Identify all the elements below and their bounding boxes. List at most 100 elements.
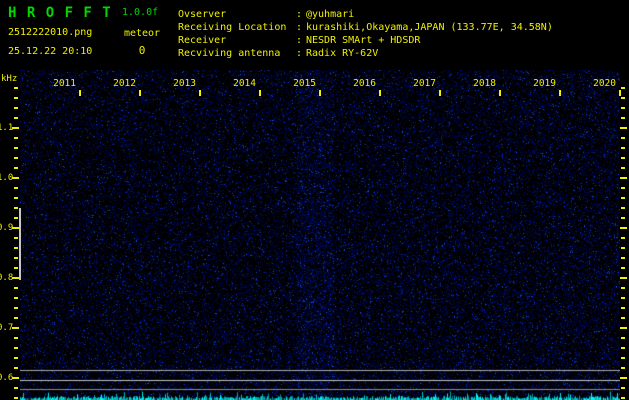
info-label: Receiving Location bbox=[178, 21, 296, 34]
y-axis-minor-tick bbox=[14, 107, 18, 109]
x-axis-tick bbox=[139, 90, 141, 96]
y-axis-minor-tick bbox=[14, 157, 18, 159]
y-axis-minor-tick-right bbox=[621, 397, 625, 399]
y-axis-tick-label: 0.9 bbox=[0, 223, 13, 233]
info-label: Receiver bbox=[178, 34, 296, 47]
info-separator: : bbox=[296, 8, 306, 21]
y-axis-minor-tick bbox=[14, 257, 18, 259]
y-axis-major-tick-right bbox=[620, 227, 627, 229]
info-row-antenna: Recviving antenna : Radix RY-62V bbox=[178, 47, 553, 60]
y-axis-major-tick bbox=[12, 327, 19, 329]
x-axis-tick-label: 2017 bbox=[406, 79, 436, 89]
x-axis-tick bbox=[199, 90, 201, 96]
y-axis-major-tick-right bbox=[620, 327, 627, 329]
y-axis-minor-tick-right bbox=[621, 167, 625, 169]
info-value: kurashiki,Okayama,JAPAN (133.77E, 34.58N… bbox=[306, 21, 553, 34]
y-axis-minor-tick bbox=[14, 87, 18, 89]
y-axis-minor-tick bbox=[14, 197, 18, 199]
y-axis-minor-tick-right bbox=[621, 387, 625, 389]
info-label: Recviving antenna bbox=[178, 47, 296, 60]
x-axis-tick-label: 2012 bbox=[106, 79, 136, 89]
info-separator: : bbox=[296, 34, 306, 47]
y-axis-minor-tick-right bbox=[621, 187, 625, 189]
x-axis-tick bbox=[79, 90, 81, 96]
y-axis-minor-tick bbox=[14, 187, 18, 189]
app-title: H R O F F T bbox=[8, 5, 112, 21]
y-axis-minor-tick-right bbox=[621, 87, 625, 89]
x-axis-tick-label: 2020 bbox=[586, 79, 616, 89]
y-axis-major-tick bbox=[12, 227, 19, 229]
y-axis-minor-tick bbox=[14, 117, 18, 119]
y-axis-minor-tick bbox=[14, 397, 18, 399]
y-axis-minor-tick bbox=[14, 347, 18, 349]
x-axis-tick-label: 2018 bbox=[466, 79, 496, 89]
station-info-block: Ovserver : @yuhmari Receiving Location :… bbox=[178, 8, 553, 60]
x-axis-tick bbox=[259, 90, 261, 96]
y-axis-minor-tick bbox=[14, 217, 18, 219]
y-axis-minor-tick-right bbox=[621, 97, 625, 99]
x-axis-tick-label: 2013 bbox=[166, 79, 196, 89]
spectrogram-canvas bbox=[20, 70, 620, 400]
y-axis-tick-label: 0.6 bbox=[0, 373, 13, 383]
y-axis-minor-tick-right bbox=[621, 247, 625, 249]
y-axis-minor-tick-right bbox=[621, 257, 625, 259]
y-axis-minor-tick bbox=[14, 387, 18, 389]
y-axis-minor-tick bbox=[14, 247, 18, 249]
meteor-counter-value: 0 bbox=[120, 44, 164, 57]
y-axis-minor-tick bbox=[14, 137, 18, 139]
y-axis-unit-label: kHz bbox=[1, 74, 17, 84]
info-separator: : bbox=[296, 21, 306, 34]
y-axis-minor-tick bbox=[14, 97, 18, 99]
y-axis-tick-label: 0.7 bbox=[0, 323, 13, 333]
y-axis-tick-label: 1.0 bbox=[0, 173, 13, 183]
y-axis-minor-tick-right bbox=[621, 217, 625, 219]
y-axis-minor-tick-right bbox=[621, 267, 625, 269]
y-axis-major-tick bbox=[12, 277, 19, 279]
info-separator: : bbox=[296, 47, 306, 60]
x-axis-tick bbox=[319, 90, 321, 96]
app-version: 1.0.0f bbox=[122, 7, 158, 18]
x-axis-tick-label: 2019 bbox=[526, 79, 556, 89]
y-axis-minor-tick-right bbox=[621, 337, 625, 339]
info-value: Radix RY-62V bbox=[306, 47, 553, 60]
y-axis-minor-tick-right bbox=[621, 357, 625, 359]
y-axis-major-tick bbox=[12, 177, 19, 179]
x-axis-tick bbox=[439, 90, 441, 96]
y-axis-minor-tick-right bbox=[621, 157, 625, 159]
y-axis-major-tick-right bbox=[620, 177, 627, 179]
output-filename: 2512222010.png bbox=[8, 27, 92, 38]
y-axis-tick-label: 1.1 bbox=[0, 123, 13, 133]
hrofft-screen: H R O F F T 1.0.0f 2512222010.png 25.12.… bbox=[0, 0, 629, 400]
x-axis-tick bbox=[499, 90, 501, 96]
y-axis-minor-tick-right bbox=[621, 297, 625, 299]
y-axis-minor-tick bbox=[14, 297, 18, 299]
info-row-receiver: Receiver : NESDR SMArt + HDSDR bbox=[178, 34, 553, 47]
y-axis-minor-tick bbox=[14, 147, 18, 149]
y-axis-minor-tick bbox=[14, 237, 18, 239]
y-axis-minor-tick-right bbox=[621, 107, 625, 109]
y-axis-tick-label: 0.8 bbox=[0, 273, 13, 283]
y-axis-major-tick-right bbox=[620, 377, 627, 379]
y-axis-minor-tick-right bbox=[621, 237, 625, 239]
y-axis-minor-tick-right bbox=[621, 307, 625, 309]
y-axis-major-tick bbox=[12, 377, 19, 379]
info-label: Ovserver bbox=[178, 8, 296, 21]
x-axis-tick-label: 2011 bbox=[46, 79, 76, 89]
y-axis-major-tick bbox=[12, 127, 19, 129]
meteor-counter-label: meteor bbox=[120, 28, 164, 39]
y-axis-minor-tick-right bbox=[621, 347, 625, 349]
x-axis-tick bbox=[559, 90, 561, 96]
y-axis-minor-tick bbox=[14, 357, 18, 359]
info-row-observer: Ovserver : @yuhmari bbox=[178, 8, 553, 21]
info-value: NESDR SMArt + HDSDR bbox=[306, 34, 553, 47]
info-row-location: Receiving Location : kurashiki,Okayama,J… bbox=[178, 21, 553, 34]
x-axis-tick-label: 2015 bbox=[286, 79, 316, 89]
y-axis-minor-tick-right bbox=[621, 317, 625, 319]
y-axis-minor-tick-right bbox=[621, 147, 625, 149]
y-axis-minor-tick-right bbox=[621, 207, 625, 209]
x-axis-tick bbox=[619, 90, 621, 96]
y-axis-minor-tick-right bbox=[621, 367, 625, 369]
y-axis-minor-tick bbox=[14, 207, 18, 209]
x-axis-tick bbox=[379, 90, 381, 96]
y-axis-minor-tick bbox=[14, 267, 18, 269]
